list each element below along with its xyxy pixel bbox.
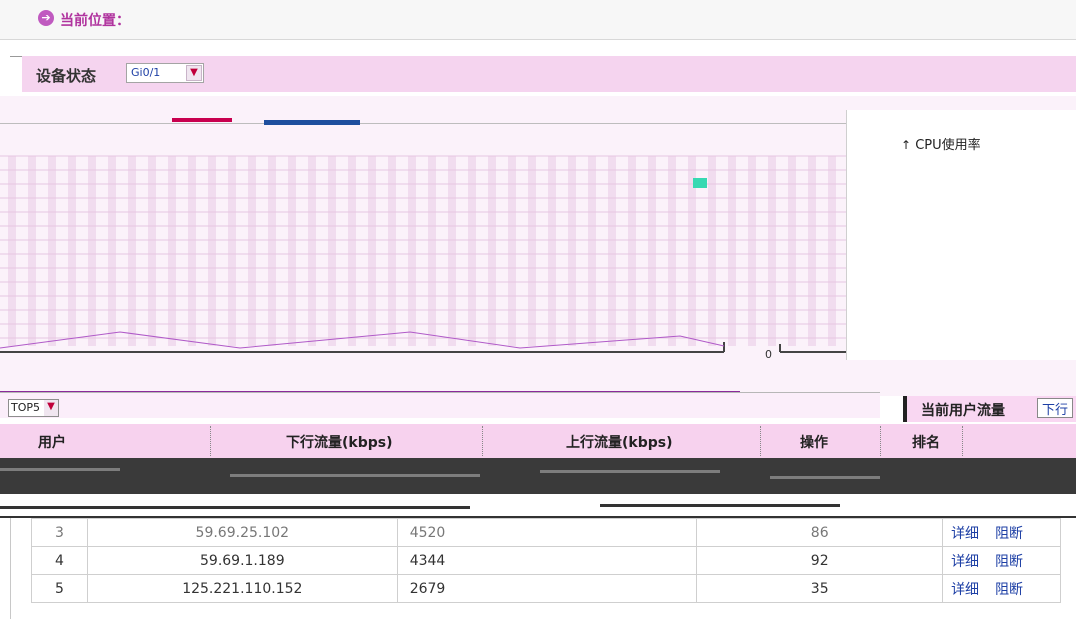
port-select[interactable]: Gi0/1 ▼ (126, 63, 204, 83)
device-status-title: 设备状态 (36, 67, 97, 85)
arrow-circle-icon: ➔ (38, 10, 54, 26)
glitch-line (540, 470, 720, 473)
glitched-row-2 (0, 494, 1076, 518)
header-separator (210, 426, 211, 456)
chart-series-swatch (693, 178, 707, 188)
chart-legend-bar (264, 120, 360, 125)
rank-cell: 4 (31, 546, 88, 575)
block-link[interactable]: 阻断 (995, 554, 1023, 570)
header-action: 操作 (800, 435, 828, 451)
action-cell: 详细 阻断 (942, 518, 1061, 547)
top-n-select[interactable]: TOP5 ▼ (8, 399, 60, 417)
table-row: 3 59.69.25.102 4520 86 详细 阻断 (31, 518, 1061, 547)
rank-cell: 5 (31, 574, 88, 603)
glitch-line (0, 468, 120, 471)
header-rank: 排名 (912, 435, 940, 451)
device-status-header: 设备状态 Gi0/1 ▼ (22, 56, 1076, 92)
down-traffic-cell: 2679 (396, 574, 698, 603)
top-n-select-value: TOP5 (11, 401, 41, 414)
top-n-filter-bar: TOP5 ▼ (0, 392, 880, 418)
header-separator (962, 426, 963, 456)
chevron-down-icon: ▼ (44, 400, 59, 416)
header-user: 用户 (38, 435, 66, 451)
breadcrumb: ➔ 当前位置： (0, 0, 1076, 40)
action-cell: 详细 阻断 (942, 574, 1061, 603)
device-status-page: ➔ 当前位置： 设备状态 Gi0/1 ▼ ↑ CPU使用率 0 TOP5 ▼ 当… (0, 0, 1076, 619)
chart-zero-tick: 0 (765, 348, 772, 361)
header-separator (482, 426, 483, 456)
glitch-line (770, 476, 880, 479)
flow-direction-select[interactable]: 下行 (1037, 398, 1074, 418)
current-flow-header: 当前用户流量 下行 (903, 396, 1076, 422)
header-down-traffic: 下行流量(kbps) (286, 435, 393, 451)
cpu-usage-panel: ↑ CPU使用率 (846, 110, 1076, 360)
user-ip-cell: 125.221.110.152 (86, 574, 398, 603)
user-ip-cell: 59.69.25.102 (86, 518, 398, 547)
glitch-line (0, 506, 470, 509)
rank-cell: 3 (31, 518, 88, 547)
block-link[interactable]: 阻断 (995, 582, 1023, 598)
breadcrumb-label: 当前位置： (60, 13, 130, 29)
traffic-chart-area: ↑ CPU使用率 0 (0, 96, 1076, 396)
table-left-border (10, 518, 11, 619)
up-traffic-cell: 92 (696, 546, 944, 575)
user-traffic-table: 3 59.69.25.102 4520 86 详细 阻断 4 59.69.1.18… (31, 518, 1061, 603)
block-link[interactable]: 阻断 (995, 526, 1023, 542)
detail-link[interactable]: 详细 (951, 526, 979, 542)
down-traffic-cell: 4520 (396, 518, 698, 547)
header-separator (760, 426, 761, 456)
port-select-value: Gi0/1 (131, 66, 161, 79)
cpu-usage-title: ↑ CPU使用率 (901, 134, 981, 153)
user-ip-cell: 59.69.1.189 (86, 546, 398, 575)
chart-legend-bar-red (172, 118, 232, 122)
current-flow-label: 当前用户流量 (921, 403, 1005, 419)
header-up-traffic: 上行流量(kbps) (566, 435, 673, 451)
glitch-line (600, 504, 840, 507)
detail-link[interactable]: 详细 (951, 582, 979, 598)
arrow-up-icon: ↑ (901, 138, 912, 152)
left-divider (10, 56, 22, 92)
glitch-line (230, 474, 480, 477)
chevron-down-icon: ▼ (186, 65, 202, 81)
header-separator (880, 426, 881, 456)
detail-link[interactable]: 详细 (951, 554, 979, 570)
action-cell: 详细 阻断 (942, 546, 1061, 575)
up-traffic-cell: 86 (696, 518, 944, 547)
table-row: 5 125.221.110.152 2679 35 详细 阻断 (31, 574, 1061, 603)
glitched-row (0, 458, 1076, 494)
cpu-usage-label: CPU使用率 (915, 138, 981, 153)
table-row: 4 59.69.1.189 4344 92 详细 阻断 (31, 546, 1061, 575)
down-traffic-cell: 4344 (396, 546, 698, 575)
up-traffic-cell: 35 (696, 574, 944, 603)
table-header: 用户 下行流量(kbps) 上行流量(kbps) 操作 排名 (0, 424, 1076, 458)
